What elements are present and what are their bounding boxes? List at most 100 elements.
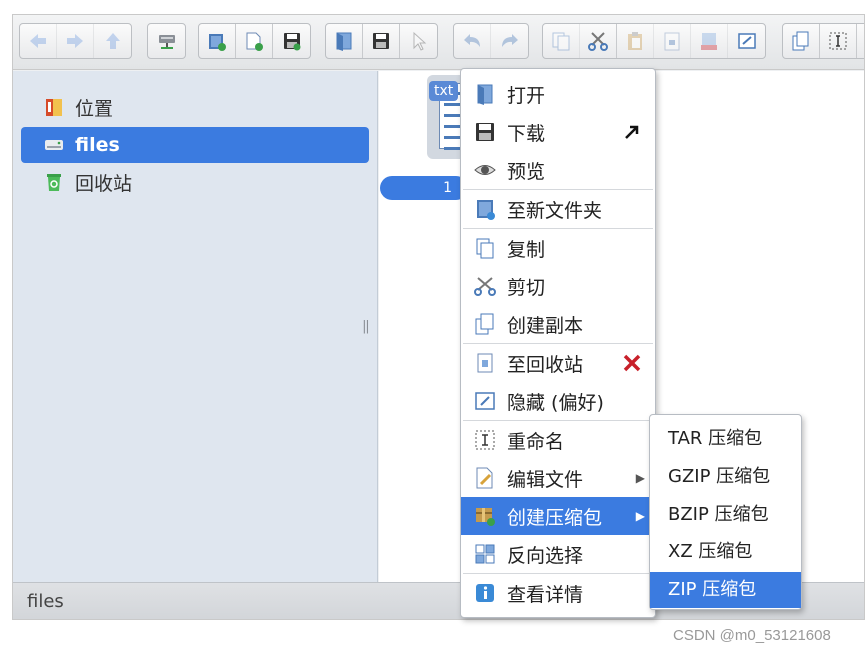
- toolbar-group-misc: [782, 23, 864, 59]
- select-cursor-icon: [413, 31, 426, 51]
- open-button[interactable]: [326, 24, 363, 58]
- undo-button[interactable]: [454, 24, 491, 58]
- menu-item-cut[interactable]: 剪切: [461, 267, 655, 305]
- archive-submenu: TAR 压缩包 GZIP 压缩包 BZIP 压缩包 XZ 压缩包 ZIP 压缩包: [649, 414, 802, 610]
- menu-item-label: 重命名: [507, 430, 565, 453]
- toolbar-overflow-button[interactable]: [857, 24, 864, 58]
- submenu-item-xz[interactable]: XZ 压缩包: [650, 534, 801, 570]
- cut-icon: [473, 274, 497, 298]
- menu-item-to-new-folder[interactable]: 至新文件夹: [461, 190, 655, 228]
- menu-item-view-details[interactable]: 查看详情: [461, 574, 655, 612]
- toolbar-group-create: [198, 23, 311, 59]
- invert-selection-icon: [473, 542, 497, 566]
- undo-icon: [464, 34, 480, 47]
- trash-button[interactable]: [654, 24, 691, 58]
- sidebar-item-label: 回收站: [75, 172, 133, 195]
- menu-item-label: 预览: [507, 160, 546, 183]
- paste-button[interactable]: [617, 24, 654, 58]
- download-button[interactable]: [363, 24, 400, 58]
- menu-item-label: 隐藏 (偏好): [507, 391, 604, 414]
- submenu-item-gzip[interactable]: GZIP 压缩包: [650, 459, 801, 495]
- menu-item-label: 至回收站: [507, 353, 584, 376]
- copy-icon: [473, 236, 497, 260]
- forward-icon: [67, 34, 83, 48]
- back-icon: [30, 34, 46, 48]
- download-icon: [473, 120, 497, 144]
- menu-item-create-archive[interactable]: 创建压缩包 ▶: [461, 497, 655, 535]
- menu-item-label: 创建压缩包: [507, 506, 603, 529]
- toolbar-group-open: [325, 23, 438, 59]
- watermark-text: CSDN @m0_53121608: [673, 627, 831, 644]
- new-file-button[interactable]: [236, 24, 273, 58]
- trash-icon: [664, 32, 680, 51]
- forward-button[interactable]: [57, 24, 94, 58]
- duplicate-icon: [792, 31, 809, 51]
- cut-button[interactable]: [580, 24, 617, 58]
- duplicate-icon: [473, 312, 497, 336]
- submenu-arrow-icon: ▶: [635, 509, 645, 523]
- save-button[interactable]: [273, 24, 310, 58]
- network-drive-icon: [158, 35, 175, 49]
- menu-item-label: 下载: [507, 122, 546, 145]
- menu-item-label: 复制: [507, 238, 546, 261]
- hide-button[interactable]: [728, 24, 765, 58]
- menu-item-invert-selection[interactable]: 反向选择: [461, 535, 655, 573]
- cut-icon: [588, 32, 608, 51]
- menu-item-rename[interactable]: 重命名: [461, 421, 655, 459]
- duplicate-button[interactable]: [783, 24, 820, 58]
- copy-icon: [552, 32, 570, 51]
- sidebar-item-places[interactable]: 位置: [21, 89, 369, 125]
- menu-item-label: 编辑文件: [507, 468, 584, 491]
- menu-item-label: 创建副本: [507, 314, 584, 337]
- sidebar-item-trash[interactable]: 回收站: [21, 164, 369, 200]
- new-file-icon: [246, 32, 263, 51]
- context-menu: 打开 下载 预览 至新文件夹 复制 剪切 创建副本 至回收站 隐藏 (偏好) 重…: [460, 68, 656, 618]
- menu-item-preview[interactable]: 预览: [461, 151, 655, 189]
- file-name-label[interactable]: 1: [380, 176, 468, 200]
- copy-button[interactable]: [543, 24, 580, 58]
- sidebar-item-label: files: [75, 134, 120, 156]
- edit-file-icon: [473, 466, 497, 490]
- open-icon: [336, 32, 352, 51]
- submenu-item-zip[interactable]: ZIP 压缩包: [650, 572, 801, 608]
- delete-icon: [701, 33, 717, 50]
- preview-eye-icon: [473, 158, 497, 182]
- menu-item-download[interactable]: 下载: [461, 113, 655, 151]
- menu-item-label: 打开: [507, 84, 546, 107]
- submenu-item-bzip[interactable]: BZIP 压缩包: [650, 497, 801, 533]
- back-button[interactable]: [20, 24, 57, 58]
- toolbar: [13, 15, 864, 70]
- sidebar-item-files[interactable]: files: [21, 127, 369, 163]
- sidebar-resize-handle[interactable]: ‖: [362, 319, 370, 334]
- menu-item-edit-file[interactable]: 编辑文件 ▶: [461, 459, 655, 497]
- places-icon: [43, 96, 65, 118]
- menu-item-duplicate[interactable]: 创建副本: [461, 305, 655, 343]
- menu-item-label: 反向选择: [507, 544, 584, 567]
- delete-button[interactable]: [691, 24, 728, 58]
- rename-icon: [473, 428, 497, 452]
- submenu-arrow-icon: ▶: [635, 471, 645, 485]
- menu-item-copy[interactable]: 复制: [461, 229, 655, 267]
- toolbar-group-history: [453, 23, 529, 59]
- file-type-tag: txt: [429, 81, 459, 101]
- network-drive-button[interactable]: [148, 24, 185, 58]
- redo-button[interactable]: [491, 24, 528, 58]
- drive-icon: [43, 134, 65, 156]
- info-icon: [473, 581, 497, 605]
- new-folder-button[interactable]: [199, 24, 236, 58]
- rename-icon: [829, 32, 847, 50]
- sidebar: 位置 files 回收站 ‖: [13, 71, 378, 582]
- paste-icon: [628, 32, 642, 50]
- redo-icon: [501, 34, 518, 47]
- up-button[interactable]: [94, 24, 131, 58]
- hide-icon: [737, 33, 756, 49]
- select-button[interactable]: [400, 24, 437, 58]
- sidebar-item-label: 位置: [75, 97, 114, 120]
- rename-button[interactable]: [820, 24, 857, 58]
- menu-item-open[interactable]: 打开: [461, 75, 655, 113]
- submenu-item-tar[interactable]: TAR 压缩包: [650, 421, 801, 457]
- external-link-arrow-icon: [625, 125, 639, 139]
- menu-item-hide[interactable]: 隐藏 (偏好): [461, 382, 655, 420]
- menu-item-to-trash[interactable]: 至回收站: [461, 344, 655, 382]
- open-icon: [473, 82, 497, 106]
